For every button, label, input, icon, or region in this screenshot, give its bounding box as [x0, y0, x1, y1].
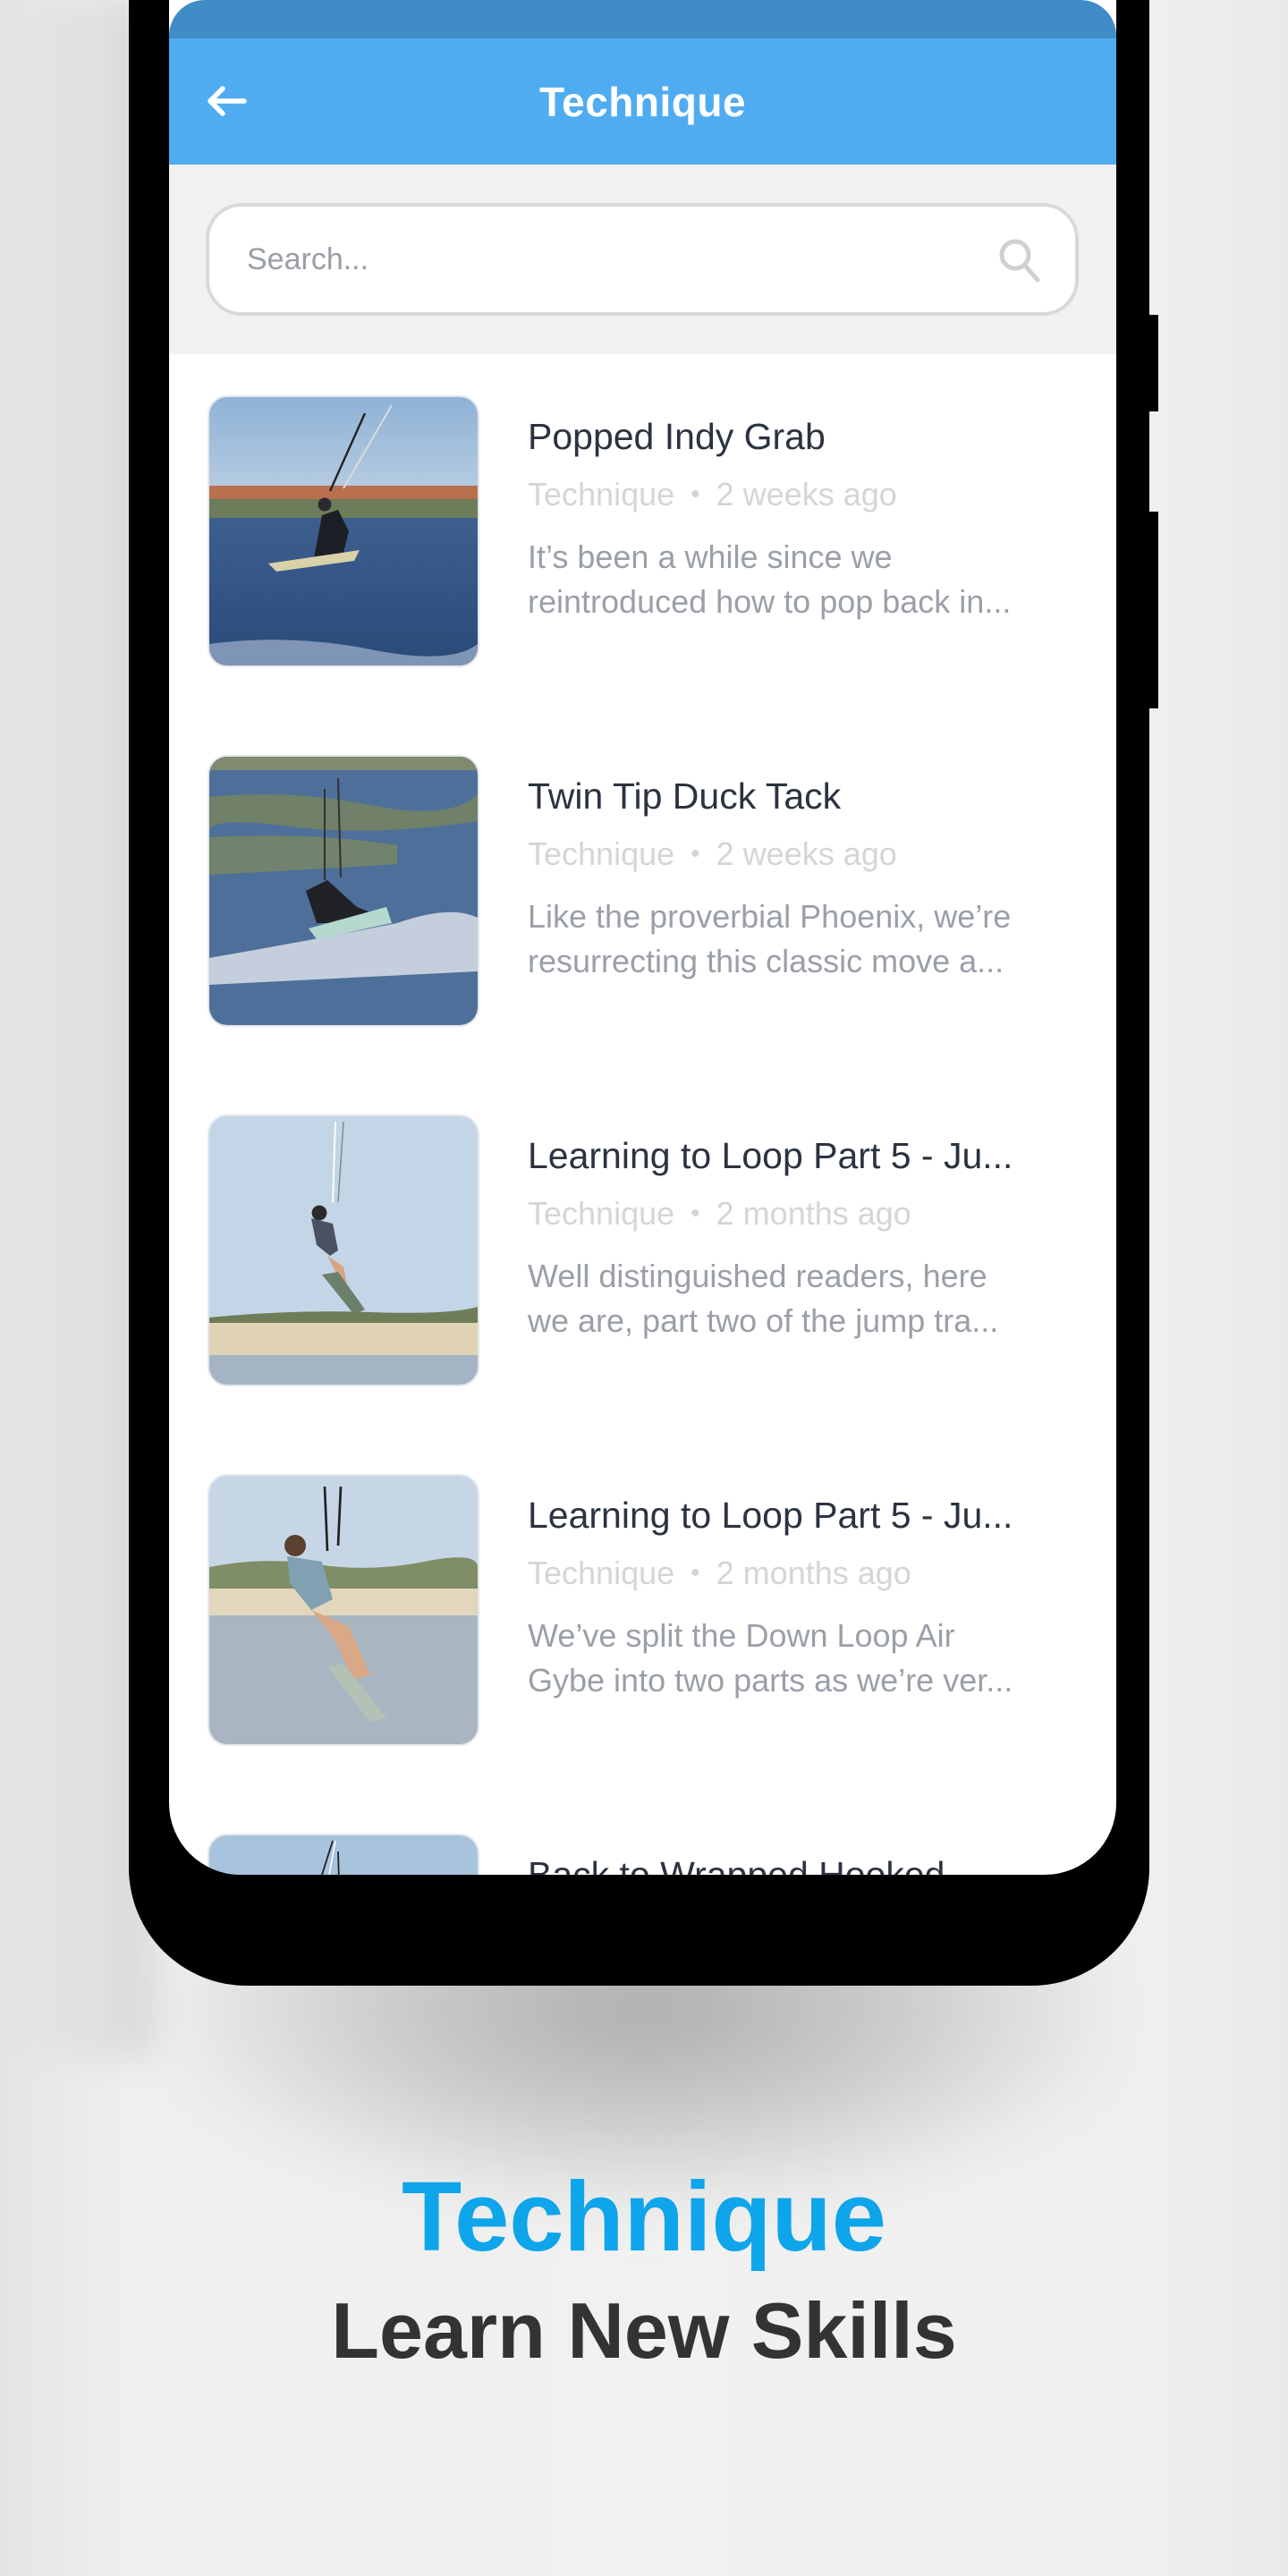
excerpt-line: We’ve split the Down Loop Air [528, 1617, 955, 1654]
article-excerpt: We’ve split the Down Loop Air Gybe into … [528, 1614, 1082, 1703]
article-title: Learning to Loop Part 5 - Ju... [528, 1135, 1013, 1176]
article-list: Popped Indy Grab Technique • 2 weeks ago I… [169, 354, 1116, 1875]
kitesurfer-image [209, 757, 478, 1025]
article-category: Technique [528, 476, 675, 513]
page-title: Technique [538, 78, 747, 125]
excerpt-line: Gybe into two parts as we’re ver... [528, 1662, 1013, 1699]
excerpt-line: resurrecting this classic move a... [528, 943, 1004, 979]
excerpt-line: reintroduced how to pop back in... [528, 583, 1012, 620]
article-excerpt: Like the proverbial Phoenix, we’re resur… [528, 894, 1082, 984]
article-title: Learning to Loop Part 5 - Ju... [528, 1495, 1013, 1536]
kitesurfer-image [209, 1116, 478, 1385]
article-excerpt: It’s been a while since we reintroduced … [528, 535, 1082, 624]
kite-lines-image [209, 1835, 478, 1875]
promo-subtitle: Learn New Skills [331, 2286, 957, 2375]
article-time: 2 weeks ago [716, 476, 897, 513]
excerpt-line: we are, part two of the jump tra... [528, 1302, 999, 1339]
article-thumbnail [208, 1834, 479, 1875]
article-category: Technique [528, 835, 675, 872]
article-meta: Technique • 2 months ago [528, 1193, 1082, 1234]
article-time: 2 months ago [716, 1195, 911, 1232]
article-category: Technique [528, 1555, 675, 1591]
search-input[interactable] [209, 206, 993, 313]
status-bar [169, 0, 1116, 38]
meta-separator: • [691, 479, 700, 509]
kitesurfer-image [209, 1476, 478, 1744]
article-time: 2 weeks ago [716, 835, 897, 872]
article-time: 2 months ago [716, 1555, 911, 1591]
article-thumbnail [208, 395, 479, 667]
meta-separator: • [691, 1558, 700, 1588]
article-thumbnail [208, 1474, 479, 1746]
article-item[interactable]: Twin Tip Duck Tack Technique • 2 weeks ago… [169, 714, 1116, 1073]
article-meta: Technique • 2 weeks ago [528, 834, 1082, 875]
article-thumbnail [208, 755, 479, 1027]
article-meta: Technique • 2 months ago [528, 1553, 1082, 1594]
meta-separator: • [691, 1199, 700, 1228]
phone-screen: Technique Search... Popped Indy Grab Tec… [169, 0, 1116, 1875]
back-button[interactable] [201, 78, 251, 124]
article-thumbnail [208, 1114, 479, 1386]
article-item[interactable]: Learning to Loop Part 5 - Ju... Techniqu… [169, 1433, 1116, 1792]
article-category: Technique [528, 1195, 675, 1232]
meta-separator: • [691, 839, 700, 869]
article-title: Twin Tip Duck Tack [528, 775, 842, 817]
article-title: Back to Wrapped Hooked [528, 1854, 945, 1875]
excerpt-line: It’s been a while since we [528, 538, 893, 575]
article-item[interactable]: Learning to Loop Part 5 - Ju... Techniqu… [169, 1073, 1116, 1433]
kitesurfer-image [209, 397, 478, 665]
article-item[interactable]: Popped Indy Grab Technique • 2 weeks ago I… [169, 354, 1116, 714]
article-title: Popped Indy Grab [528, 416, 826, 457]
excerpt-line: Well distinguished readers, here [528, 1258, 987, 1294]
article-meta: Technique • 2 weeks ago [528, 474, 1082, 515]
search-section [169, 165, 1116, 354]
promo-title: Technique [402, 2162, 886, 2272]
app-bar: Technique [169, 38, 1116, 165]
excerpt-line: Like the proverbial Phoenix, we’re [528, 898, 1012, 935]
phone-frame: Technique Search... Popped Indy Grab Tec… [129, 0, 1149, 1986]
article-excerpt: Well distinguished readers, here we are,… [528, 1254, 1082, 1343]
arrow-left-icon [208, 86, 247, 116]
article-item[interactable]: Back to Wrapped Hooked [169, 1792, 1116, 1875]
search-icon[interactable] [993, 233, 1046, 286]
search-field[interactable] [206, 203, 1079, 316]
